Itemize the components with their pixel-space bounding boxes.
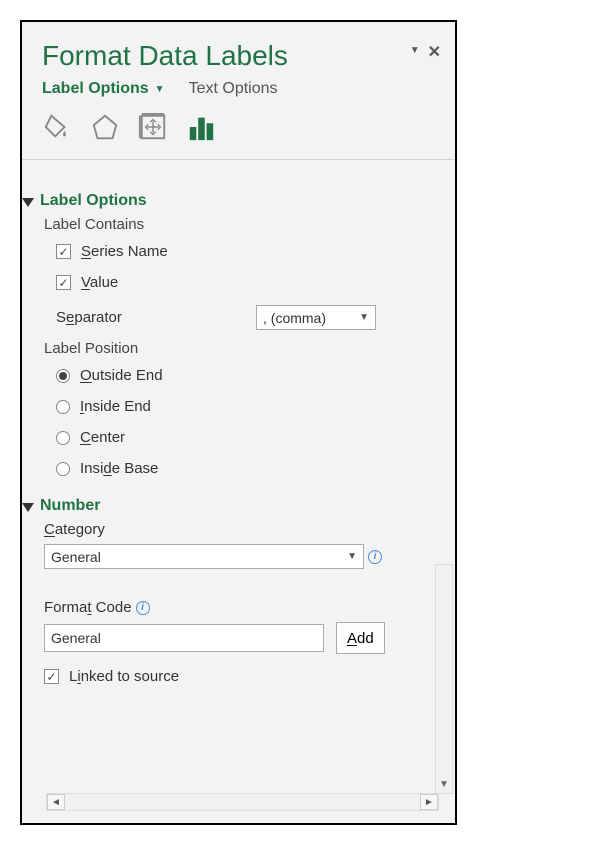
label-contains-options: Series Name Value <box>56 243 455 291</box>
chevron-down-icon: ▼ <box>359 312 369 323</box>
label-position-heading: Label Position <box>44 340 455 357</box>
category-dropdown[interactable]: General ▼ <box>44 544 364 569</box>
radio-center[interactable]: Center <box>56 429 455 446</box>
separator-label: Separator <box>56 309 256 326</box>
tab-text-options[interactable]: Text Options <box>189 80 278 98</box>
checkbox-icon <box>56 244 71 259</box>
separator-dropdown[interactable]: , (comma) ▼ <box>256 305 376 330</box>
checkbox-linked-to-source[interactable]: Linked to source <box>44 668 455 685</box>
size-properties-icon[interactable] <box>138 112 168 147</box>
section-label-options: Label Options Label Contains Series Name… <box>22 192 455 477</box>
checkbox-icon <box>56 275 71 290</box>
close-icon[interactable]: ✕ <box>428 42 441 62</box>
section-number-header[interactable]: Number <box>22 497 455 515</box>
horizontal-scrollbar[interactable]: ◄ ► <box>46 793 439 811</box>
section-label-options-title: Label Options <box>40 192 147 210</box>
chevron-down-icon: ▼ <box>347 551 357 562</box>
series-name-label: Series Name <box>81 243 168 260</box>
collapse-arrow-icon <box>22 198 34 207</box>
fill-icon[interactable] <box>42 112 72 147</box>
checkbox-value[interactable]: Value <box>56 274 455 291</box>
radio-icon <box>56 400 70 414</box>
vertical-scrollbar[interactable]: ▼ <box>435 564 453 794</box>
category-row: General ▼ i <box>44 544 455 569</box>
format-data-labels-panel: Format Data Labels ✕ Label Options ▼ Tex… <box>20 20 457 825</box>
scroll-down-icon[interactable]: ▼ <box>436 775 452 793</box>
scrollable-content: Label Options Label Contains Series Name… <box>22 182 455 823</box>
collapse-arrow-icon <box>22 503 34 512</box>
scroll-right-icon[interactable]: ► <box>420 794 438 810</box>
checkbox-icon <box>44 669 59 684</box>
number-body: Category General ▼ i Format Code i Add <box>44 521 455 685</box>
checkbox-series-name[interactable]: Series Name <box>56 243 455 260</box>
radio-icon <box>56 369 70 383</box>
info-icon[interactable]: i <box>136 601 150 615</box>
radio-icon <box>56 431 70 445</box>
chevron-down-icon: ▼ <box>155 84 165 95</box>
radio-inside-base[interactable]: Inside Base <box>56 460 455 477</box>
format-code-row: Add <box>44 622 455 654</box>
property-icon-bar <box>42 112 441 147</box>
divider <box>22 159 455 160</box>
radio-icon <box>56 462 70 476</box>
top-tabs: Label Options ▼ Text Options <box>42 80 441 98</box>
category-label: Category <box>44 521 455 538</box>
tab-label-options-text: Label Options <box>42 80 149 98</box>
panel-title: Format Data Labels <box>42 40 288 72</box>
scroll-left-icon[interactable]: ◄ <box>47 794 65 810</box>
value-label: Value <box>81 274 118 291</box>
inside-base-label: Inside Base <box>80 460 158 477</box>
outside-end-label: Outside End <box>80 367 163 384</box>
panel-header-controls: ✕ <box>410 42 441 62</box>
add-button[interactable]: Add <box>336 622 385 654</box>
separator-row: Separator , (comma) ▼ <box>56 305 455 330</box>
radio-outside-end[interactable]: Outside End <box>56 367 455 384</box>
chart-options-icon[interactable] <box>186 112 216 147</box>
format-code-label: Format Code i <box>44 599 455 616</box>
format-code-input[interactable] <box>44 624 324 652</box>
tab-label-options[interactable]: Label Options ▼ <box>42 80 165 98</box>
inside-end-label: Inside End <box>80 398 151 415</box>
label-position-options: Outside End Inside End Center Inside Bas… <box>56 367 455 477</box>
separator-value: , (comma) <box>263 310 326 326</box>
info-icon[interactable]: i <box>368 550 382 564</box>
section-number: Number Category General ▼ i Format Code … <box>22 497 455 685</box>
category-value: General <box>51 549 101 565</box>
section-number-title: Number <box>40 497 100 515</box>
task-pane-options-icon[interactable] <box>410 42 420 62</box>
linked-to-source-label: Linked to source <box>69 668 179 685</box>
panel-header: Format Data Labels ✕ <box>42 40 441 72</box>
label-contains-heading: Label Contains <box>44 216 455 233</box>
radio-inside-end[interactable]: Inside End <box>56 398 455 415</box>
effects-icon[interactable] <box>90 112 120 147</box>
center-label: Center <box>80 429 125 446</box>
section-label-options-header[interactable]: Label Options <box>22 192 455 210</box>
